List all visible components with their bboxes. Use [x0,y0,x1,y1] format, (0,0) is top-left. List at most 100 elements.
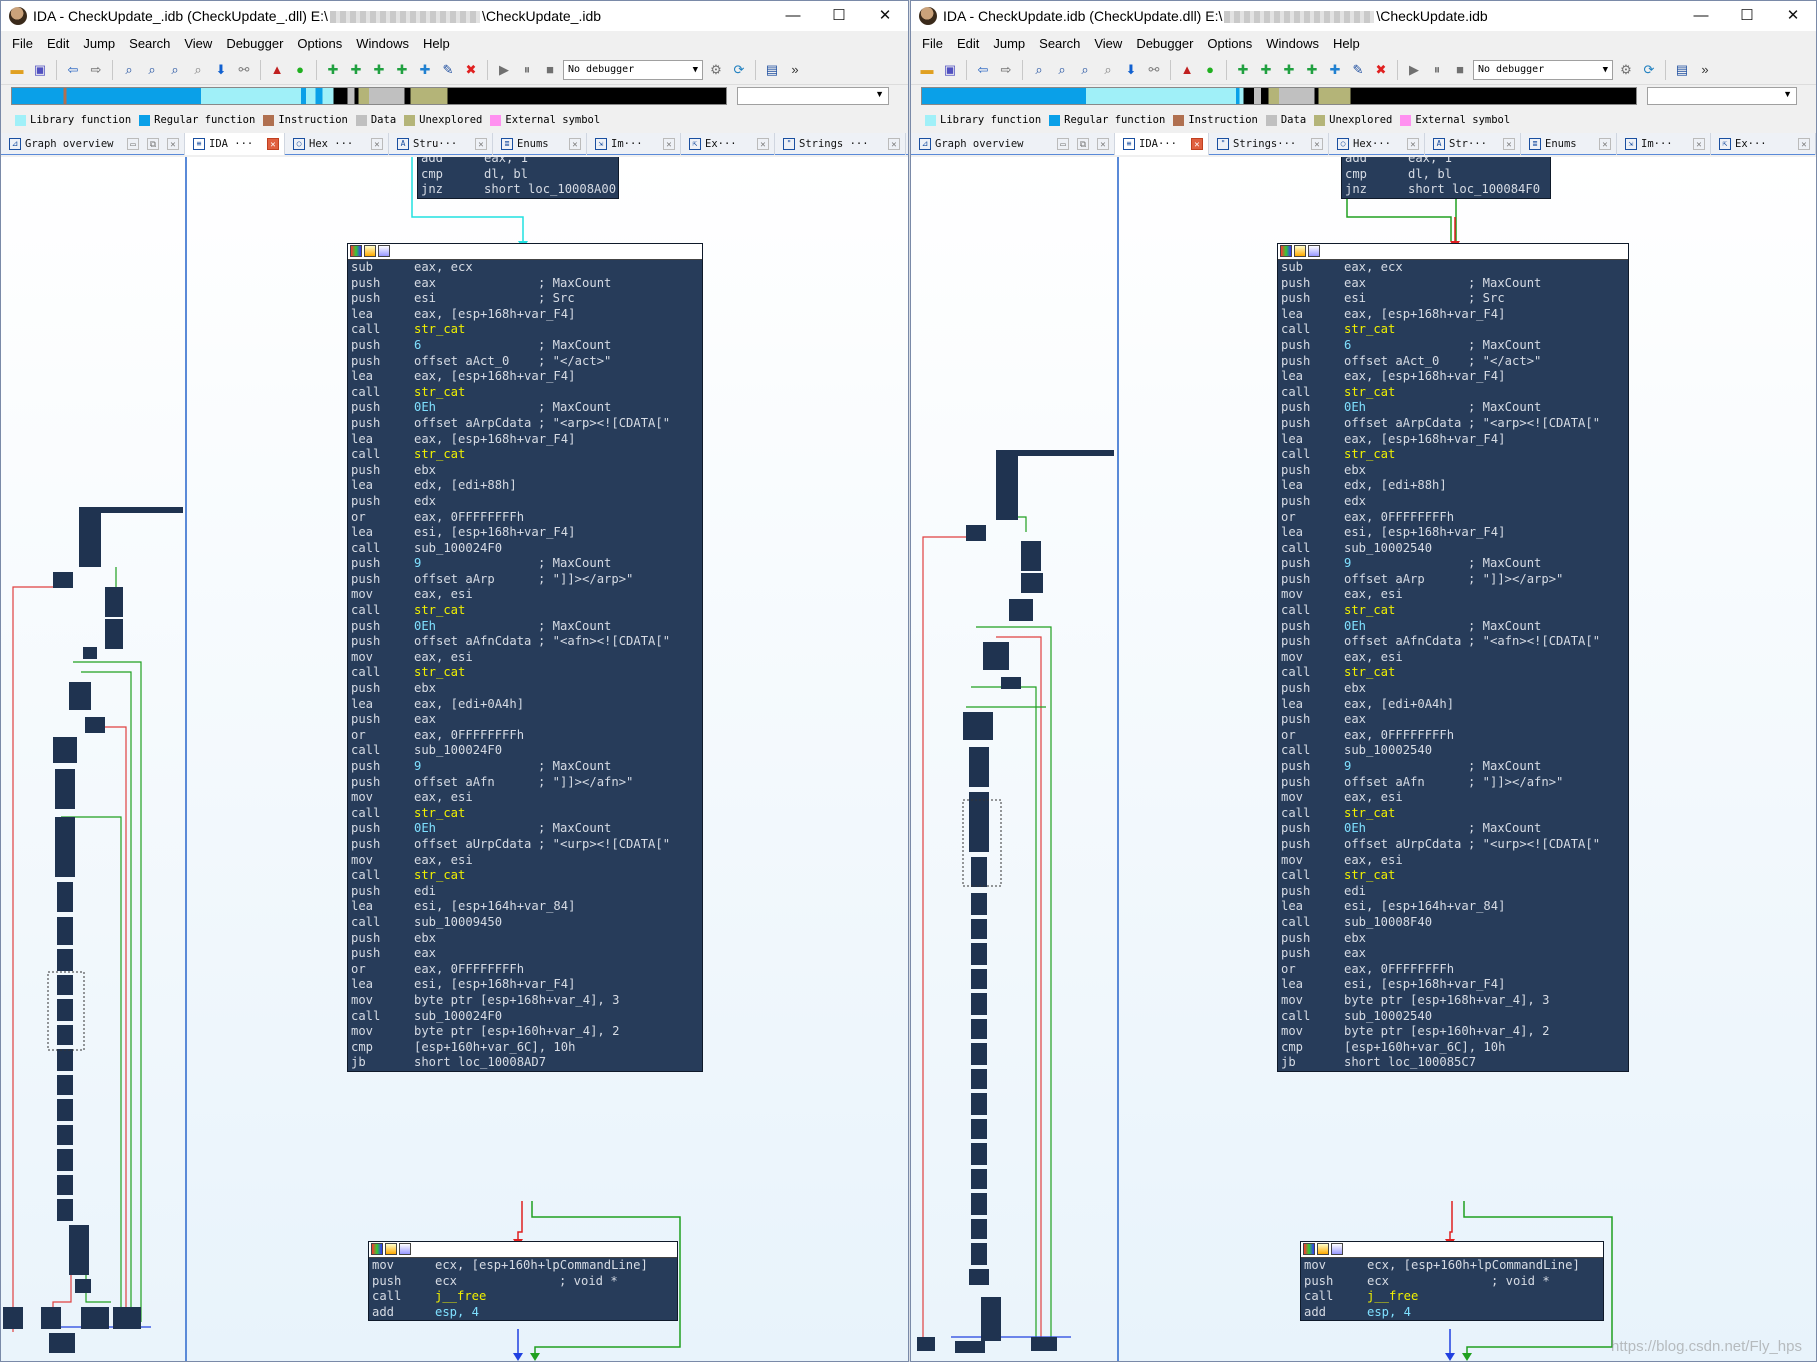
tab-exports[interactable]: ⇱ Ex··· ✕ [681,133,775,155]
asm-line[interactable]: mov eax, esi [348,790,702,806]
close-icon[interactable]: ✕ [757,138,769,150]
add-struct-icon[interactable]: ✚ [323,60,343,80]
save-icon[interactable]: ▣ [30,60,50,80]
asm-line[interactable]: push eax [348,946,702,962]
asm-line[interactable]: mov ecx, [esp+160h+lpCommandLine] [1301,1258,1603,1274]
asm-line[interactable]: push 0Eh ; MaxCount [348,821,702,837]
asm-line[interactable]: push ebx [348,463,702,479]
attach-process-icon[interactable]: ⟳ [1639,60,1659,80]
maximize-button[interactable]: ☐ [816,1,862,31]
asm-line[interactable]: push offset aAfnCdata ; "<afn><![CDATA[" [1278,634,1628,650]
asm-line[interactable]: push eax [1278,712,1628,728]
asm-line[interactable]: push offset aAct_0 ; "</act>" [1278,354,1628,370]
asm-line[interactable]: jb short loc_100085C7 [1278,1055,1628,1071]
asm-line[interactable]: mov eax, esi [1278,587,1628,603]
maximize-button[interactable]: ☐ [1724,1,1770,31]
close-icon[interactable]: ✕ [267,138,279,150]
asm-line[interactable]: add esp, 4 [369,1305,677,1321]
menu-view[interactable]: View [177,36,219,51]
asm-line[interactable]: push eax [348,712,702,728]
asm-line[interactable]: call str_cat [1278,665,1628,681]
add-segment-icon[interactable]: ✚ [369,60,389,80]
add-enum-icon[interactable]: ✚ [1256,60,1276,80]
close-icon[interactable]: ✕ [167,138,179,150]
asm-line[interactable]: mov eax, esi [1278,853,1628,869]
tab-graph-overview[interactable]: ⊿ Graph overview ▭ ⧉ ✕ [911,133,1115,155]
asm-line[interactable]: call sub_10002540 [1278,1009,1628,1025]
search-immediate-icon[interactable]: ⌕ [1075,60,1095,80]
add-bookmark-icon[interactable]: ✚ [415,60,435,80]
close-icon[interactable]: ✕ [1097,138,1109,150]
asm-line[interactable]: lea esi, [esp+168h+var_F4] [1278,525,1628,541]
patch-icon[interactable]: ✎ [438,60,458,80]
asm-line[interactable]: mov eax, esi [1278,650,1628,666]
asm-line[interactable]: push 6 ; MaxCount [348,338,702,354]
tab-imports[interactable]: ⇲ Im··· ✕ [587,133,681,155]
tab-enums[interactable]: ≣ Enums ✕ [1521,133,1617,155]
asm-line[interactable]: sub eax, ecx [348,260,702,276]
asm-line[interactable]: push eax ; MaxCount [348,276,702,292]
binoculars-icon[interactable]: ⚯ [234,60,254,80]
pause-icon[interactable]: ⏸ [517,60,537,80]
debugger-options-icon[interactable]: ⚙ [1616,60,1636,80]
asm-line[interactable]: push eax ; MaxCount [1278,276,1628,292]
tab-ida-view[interactable]: ≡ IDA ··· ✕ [185,133,285,155]
colors-icon[interactable] [350,245,362,257]
asm-line[interactable]: or eax, 0FFFFFFFFh [348,728,702,744]
float-icon[interactable]: ▭ [1057,138,1069,150]
asm-line[interactable]: push ebx [1278,931,1628,947]
search-text-icon[interactable]: ⌕ [1052,60,1072,80]
asm-line[interactable]: push ebx [348,681,702,697]
back-arrow-icon[interactable]: ⇦ [63,60,83,80]
asm-line[interactable]: push offset aUrpCdata ; "<urp><![CDATA[" [348,837,702,853]
delete-red-x-icon[interactable]: ✖ [461,60,481,80]
asm-line[interactable]: mov byte ptr [esp+168h+var_4], 3 [348,993,702,1009]
asm-line[interactable]: or eax, 0FFFFFFFFh [1278,510,1628,526]
add-function-icon[interactable]: ✚ [392,60,412,80]
code-block-bottom[interactable]: mov ecx, [esp+160h+lpCommandLine] push ecx;… [368,1241,678,1322]
asm-line[interactable]: cmp [esp+160h+var_6C], 10h [1278,1040,1628,1056]
code-block-top[interactable]: add eax, 1 cmp dl, bl jnz short loc_100084F0 [1341,157,1551,199]
asm-line[interactable]: call str_cat [1278,447,1628,463]
menu-help[interactable]: Help [1326,36,1367,51]
asm-line[interactable]: or eax, 0FFFFFFFFh [1278,728,1628,744]
asm-line[interactable]: push ebx [348,931,702,947]
asm-line[interactable]: call str_cat [348,868,702,884]
asm-line[interactable]: call str_cat [348,665,702,681]
stop-icon[interactable]: ■ [1450,60,1470,80]
pause-icon[interactable]: ⏸ [1427,60,1447,80]
toolbar-overflow-icon[interactable]: » [785,60,805,80]
stop-icon[interactable]: ■ [540,60,560,80]
tab-structures[interactable]: A Stru··· ✕ [389,133,493,155]
open-folder-icon[interactable]: ▬ [917,60,937,80]
menu-debugger[interactable]: Debugger [219,36,290,51]
tab-ida-view[interactable]: ≡ IDA··· ✕ [1115,133,1209,155]
close-icon[interactable]: ✕ [888,138,900,150]
play-icon[interactable]: ▶ [1404,60,1424,80]
code-block-main[interactable]: sub eax, ecx push eax ; MaxCount push esi ; Src… [1277,243,1629,1072]
menu-debugger[interactable]: Debugger [1129,36,1200,51]
colors-icon[interactable] [371,1243,383,1255]
asm-line[interactable]: push esi ; Src [1278,291,1628,307]
run-green-icon[interactable]: ● [290,60,310,80]
jump-down-icon[interactable]: ⬇ [1121,60,1141,80]
asm-line[interactable]: call sub_10002540 [1278,743,1628,759]
asm-line[interactable]: call str_cat [1278,385,1628,401]
asm-line[interactable]: push 9 ; MaxCount [1278,556,1628,572]
nav-band-combo[interactable]: ▼ [737,87,889,105]
restore-icon[interactable]: ⧉ [147,138,159,150]
search-text-icon[interactable]: ⌕ [142,60,162,80]
asm-line[interactable]: lea eax, [esp+168h+var_F4] [348,369,702,385]
toolbar-overflow-icon[interactable]: » [1695,60,1715,80]
asm-line[interactable]: or eax, 0FFFFFFFFh [348,962,702,978]
asm-line[interactable]: sub eax, ecx [1278,260,1628,276]
forward-arrow-icon[interactable]: ⇨ [996,60,1016,80]
graph-view-pane[interactable]: add eax, 1 cmp dl, bl jnz short loc_100084F0 … [1119,157,1816,1361]
delete-red-x-icon[interactable]: ✖ [1371,60,1391,80]
menu-options[interactable]: Options [1200,36,1259,51]
asm-line[interactable]: call sub_100024F0 [348,1009,702,1025]
attach-process-icon[interactable]: ⟳ [729,60,749,80]
asm-line[interactable]: jb short loc_10008AD7 [348,1055,702,1071]
asm-line[interactable]: push 0Eh ; MaxCount [1278,619,1628,635]
edit-icon[interactable] [1294,245,1306,257]
